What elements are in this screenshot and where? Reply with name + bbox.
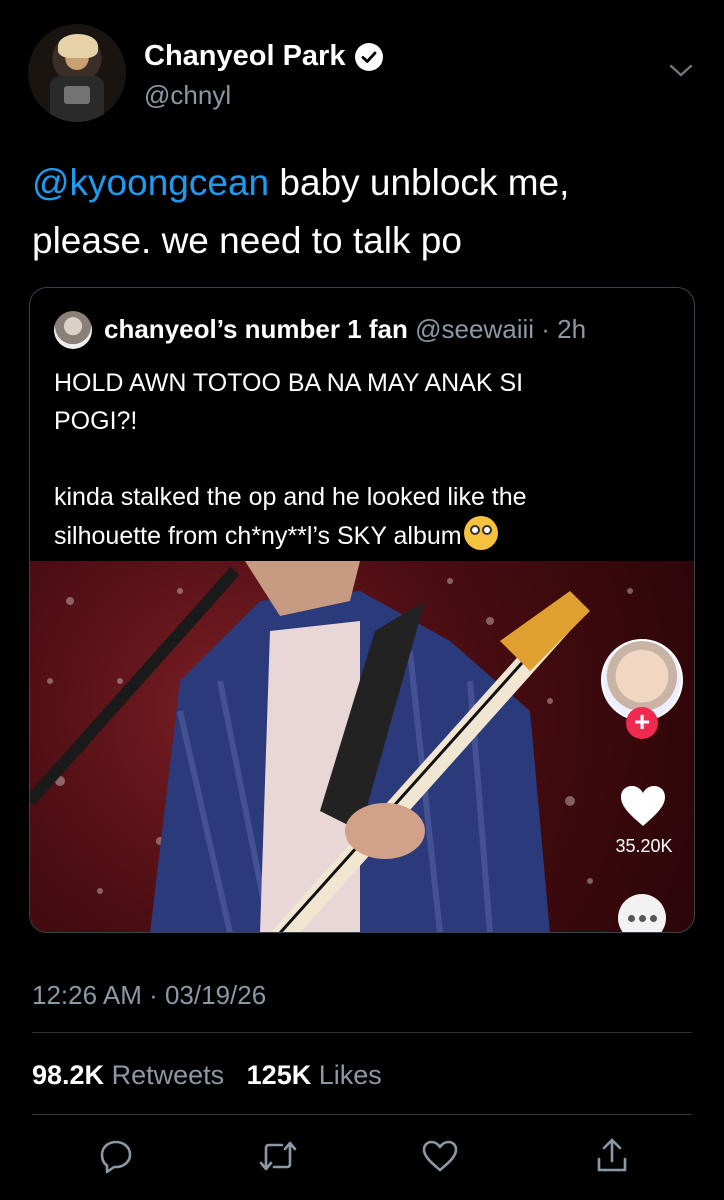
likes-count: 125K (246, 1060, 312, 1090)
author-avatar[interactable] (28, 24, 126, 122)
author-name-row[interactable]: Chanyeol Park (144, 40, 384, 73)
quote-text-line4: silhouette from ch*ny**l’s SKY album (54, 522, 462, 550)
retweet-icon[interactable] (258, 1136, 298, 1176)
tweet-text-line2: please. we need to talk po (32, 220, 462, 261)
heart-icon[interactable] (619, 784, 667, 828)
divider (32, 1114, 692, 1115)
quote-text-line1: HOLD AWN TOTOO BA NA MAY ANAK SI (54, 369, 524, 397)
mention-link[interactable]: @kyoongcean (32, 162, 269, 203)
tweet-text: @kyoongcean baby unblock me, please. we … (32, 154, 692, 270)
quoted-tweet-card[interactable]: chanyeol’s number 1 fan @seewaiii · 2h H… (29, 287, 695, 933)
likes-label: Likes (318, 1060, 382, 1090)
quote-text-line3: kinda stalked the op and he looked like … (54, 483, 527, 511)
avatar-shirt (50, 76, 104, 122)
author-name[interactable]: Chanyeol Park (144, 40, 345, 73)
quote-author-name[interactable]: chanyeol’s number 1 fan (104, 314, 408, 344)
divider (32, 1032, 692, 1033)
quote-separator: · (534, 314, 558, 344)
quote-media-video[interactable]: + 35.20K (30, 561, 694, 932)
quote-text-line2: POGI?! (54, 407, 138, 435)
quote-age: 2h (557, 314, 587, 344)
tweet-timestamp[interactable]: 12:26 AM · 03/19/26 (32, 980, 266, 1011)
quote-text: HOLD AWN TOTOO BA NA MAY ANAK SI POGI?! … (54, 364, 674, 555)
share-icon[interactable] (592, 1136, 632, 1176)
retweets-stat[interactable]: 98.2K Retweets (32, 1060, 224, 1090)
media-scene (30, 561, 633, 932)
quote-author-handle[interactable]: @seewaiii (415, 314, 534, 344)
timestamp-separator: · (141, 980, 165, 1010)
follow-plus-button[interactable]: + (626, 707, 658, 739)
chevron-down-icon[interactable] (668, 62, 694, 80)
likes-stat[interactable]: 125K Likes (247, 1060, 382, 1090)
video-like-count: 35.20K (615, 836, 673, 856)
flushed-face-icon (463, 516, 498, 550)
tweet-date: 03/19/26 (164, 980, 267, 1010)
reply-icon[interactable] (96, 1136, 136, 1176)
retweets-count: 98.2K (32, 1060, 105, 1090)
verified-badge-icon (355, 42, 384, 71)
avatar-hair (58, 34, 98, 58)
author-handle[interactable]: @chnyl (144, 80, 231, 111)
like-icon[interactable] (420, 1136, 460, 1176)
engagement-stats: 98.2K Retweets 125K Likes (32, 1060, 382, 1091)
tweet-time: 12:26 AM (32, 980, 142, 1010)
quote-author-avatar[interactable] (54, 311, 92, 349)
quote-header: chanyeol’s number 1 fan @seewaiii · 2h (104, 314, 586, 345)
retweets-label: Retweets (111, 1060, 225, 1090)
tweet-text-line1: baby unblock me, (269, 162, 570, 203)
